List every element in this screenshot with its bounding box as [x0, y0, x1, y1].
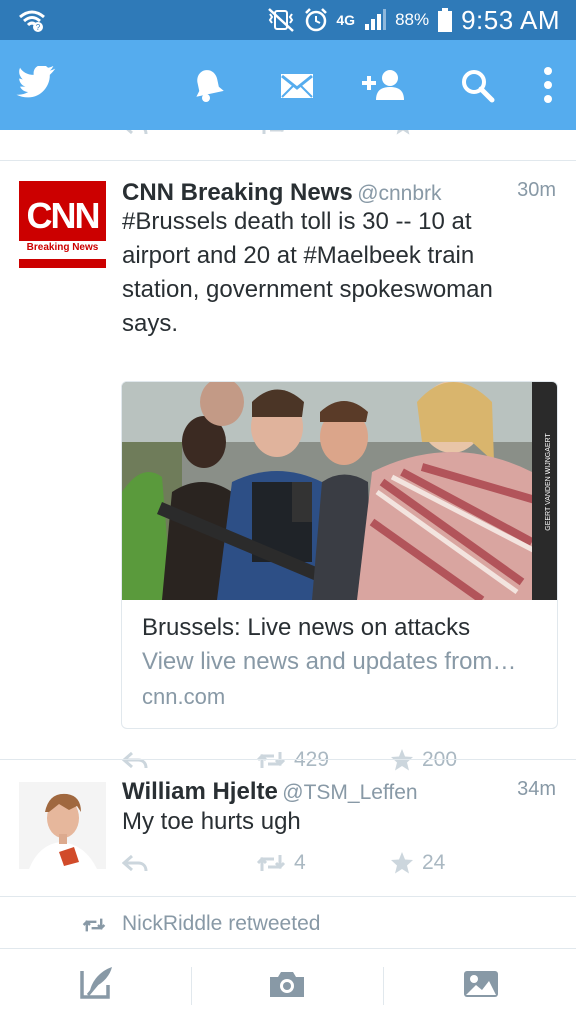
app-bar — [0, 40, 576, 130]
bottom-toolbar — [0, 948, 576, 1025]
favorite-count: 111 — [428, 130, 460, 134]
divider — [383, 967, 384, 1005]
signal-icon — [365, 9, 387, 30]
alarm-icon — [305, 8, 328, 32]
photo-credit: GEERT VANDEN WIJNGAERT — [545, 433, 552, 531]
user-name[interactable]: William Hjelte — [122, 778, 278, 805]
retweet-count: 8 — [298, 130, 310, 134]
tweet-actions: 4 24 — [122, 848, 542, 878]
link-card[interactable]: GEERT VANDEN WIJNGAERT Brussels: Live ne… — [121, 381, 558, 729]
news-photo: GEERT VANDEN WIJNGAERT — [122, 382, 557, 600]
compose-tweet-icon[interactable] — [78, 965, 114, 1001]
retweet-button[interactable]: 4 — [256, 848, 306, 878]
tweet-time: 30m — [517, 179, 556, 201]
twitter-bird-icon[interactable] — [16, 66, 56, 100]
gallery-icon[interactable] — [462, 969, 500, 999]
user-handle[interactable]: @cnnbrk — [357, 182, 441, 205]
favorite-button[interactable]: 24 — [390, 848, 445, 878]
user-name[interactable]: CNN Breaking News — [122, 179, 353, 206]
messages-envelope-icon[interactable] — [280, 72, 314, 100]
overflow-menu-icon[interactable] — [542, 66, 554, 104]
profile-photo — [19, 782, 106, 869]
partial-tweet-actions: 8 111 — [0, 130, 576, 140]
user-handle[interactable]: @TSM_Leffen — [282, 781, 417, 804]
wifi-icon: ? — [19, 10, 45, 32]
clock: 9:53 AM — [461, 4, 560, 35]
notifications-bell-icon[interactable] — [192, 68, 224, 102]
divider — [191, 967, 192, 1005]
logo-text: CNN — [26, 195, 101, 236]
vibrate-mute-icon — [268, 8, 295, 32]
svg-text:?: ? — [36, 23, 41, 32]
retweet-count: 4 — [294, 851, 306, 874]
favorite-star-icon — [391, 852, 413, 874]
network-type: 4G — [336, 12, 356, 28]
reply-button[interactable] — [122, 848, 148, 878]
retweet-icon — [256, 855, 286, 871]
reply-icon[interactable] — [122, 130, 148, 136]
retweet-notice[interactable]: NickRiddle retweeted — [0, 897, 576, 947]
retweet-notice-text: NickRiddle retweeted — [122, 912, 321, 935]
reply-icon — [122, 854, 148, 872]
tweet-text: #Brussels death toll is 30 -- 10 at airp… — [122, 208, 493, 337]
tweet[interactable]: William Hjelte @TSM_Leffen 34m My toe hu… — [0, 760, 576, 896]
battery-percent: 88% — [395, 10, 430, 29]
retweet-icon[interactable] — [258, 130, 288, 136]
cnn-logo: CNN Breaking News — [19, 181, 106, 268]
tweet-text: My toe hurts ugh — [122, 808, 301, 835]
camera-icon[interactable] — [268, 969, 306, 999]
retweet-icon — [82, 918, 106, 932]
timeline[interactable]: 8 111 CNN Breaking News CNN Breaking New… — [0, 130, 576, 948]
tweet-time: 34m — [517, 778, 556, 800]
favorite-count: 24 — [422, 851, 446, 874]
card-description: View live news and updates from… — [142, 648, 517, 675]
tweet[interactable]: CNN Breaking News CNN Breaking News @cnn… — [0, 161, 576, 771]
avatar[interactable]: CNN Breaking News — [19, 181, 106, 268]
card-domain: cnn.com — [142, 684, 226, 709]
card-title[interactable]: Brussels: Live news on attacks — [142, 614, 470, 642]
tweet-header: CNN Breaking News @cnnbrk — [122, 179, 442, 207]
avatar[interactable] — [19, 782, 106, 869]
add-user-icon[interactable] — [360, 68, 408, 102]
logo-subtext: Breaking News — [26, 242, 99, 253]
favorite-star-icon[interactable] — [392, 130, 414, 136]
tweet-header: William Hjelte @TSM_Leffen — [122, 778, 418, 806]
battery-icon — [438, 8, 453, 32]
search-icon[interactable] — [460, 68, 496, 104]
status-bar: ? 4G 88% 9:53 AM — [0, 0, 576, 40]
